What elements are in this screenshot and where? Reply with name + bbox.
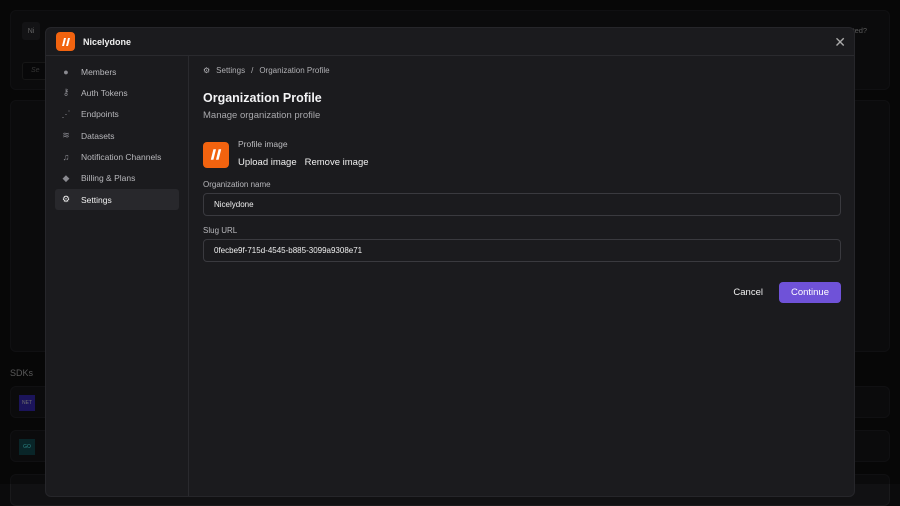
- sidebar-item-settings[interactable]: ⚙ Settings: [55, 189, 179, 211]
- sidebar-item-label: Datasets: [81, 130, 115, 141]
- sidebar-item-auth-tokens[interactable]: ⚷ Auth Tokens: [55, 82, 179, 103]
- sidebar-item-endpoints[interactable]: ⋰ Endpoints: [55, 104, 179, 125]
- org-name-label: Organization name: [203, 180, 271, 189]
- slug-label: Slug URL: [203, 226, 238, 235]
- breadcrumb: ⚙ Settings / Organization Profile: [203, 66, 840, 75]
- sidebar-item-label: Notification Channels: [81, 152, 162, 163]
- page-subtitle: Manage organization profile: [203, 110, 321, 121]
- remove-image-button[interactable]: Remove image: [305, 157, 369, 168]
- sidebar-item-label: Endpoints: [81, 109, 119, 120]
- close-icon[interactable]: ✕: [834, 34, 846, 51]
- sidebar-item-label: Members: [81, 66, 117, 77]
- organization-modal: Nicelydone ✕ ● Members ⚷ Auth Tokens ⋰ Endp…: [45, 27, 855, 497]
- settings-content: ⚙ Settings / Organization Profile Organi…: [203, 56, 841, 303]
- diamond-icon: ◆: [62, 172, 70, 183]
- gear-icon: ⚙: [203, 66, 211, 75]
- profile-image: [203, 141, 229, 168]
- breadcrumb-current: Organization Profile: [259, 66, 330, 75]
- slug-input[interactable]: 0fecbe9f-715d-4545-b885-3099a9308e71: [203, 239, 841, 262]
- settings-sidebar: ● Members ⚷ Auth Tokens ⋰ Endpoints ≋ Datase…: [46, 56, 189, 496]
- page-title: Organization Profile: [203, 91, 322, 105]
- key-icon: ⚷: [62, 87, 70, 98]
- sidebar-item-notification-channels[interactable]: ♫ Notification Channels: [55, 147, 179, 168]
- sidebar-item-label: Settings: [81, 194, 112, 205]
- sidebar-item-label: Billing & Plans: [81, 173, 136, 184]
- upload-image-button[interactable]: Upload image: [238, 157, 297, 168]
- profile-image-section: Profile image Upload image Remove image: [203, 139, 840, 170]
- profile-image-label: Profile image: [238, 139, 288, 149]
- sidebar-item-label: Auth Tokens: [81, 87, 128, 98]
- bell-icon: ♫: [62, 152, 70, 163]
- layers-icon: ≋: [62, 130, 70, 141]
- sidebar-item-members[interactable]: ● Members: [55, 61, 179, 82]
- modal-header: Nicelydone: [46, 28, 854, 56]
- gear-icon: ⚙: [61, 194, 71, 205]
- user-icon: ●: [63, 66, 69, 77]
- breadcrumb-separator: /: [251, 66, 254, 75]
- org-logo: [56, 32, 75, 51]
- endpoints-icon: ⋰: [61, 108, 71, 119]
- sidebar-item-datasets[interactable]: ≋ Datasets: [55, 125, 179, 146]
- org-name-input[interactable]: Nicelydone: [203, 193, 841, 216]
- cancel-button[interactable]: Cancel: [733, 287, 763, 298]
- sidebar-item-billing[interactable]: ◆ Billing & Plans: [55, 168, 179, 189]
- org-name: Nicelydone: [83, 36, 132, 47]
- breadcrumb-settings[interactable]: Settings: [216, 66, 245, 75]
- continue-button[interactable]: Continue: [778, 282, 841, 303]
